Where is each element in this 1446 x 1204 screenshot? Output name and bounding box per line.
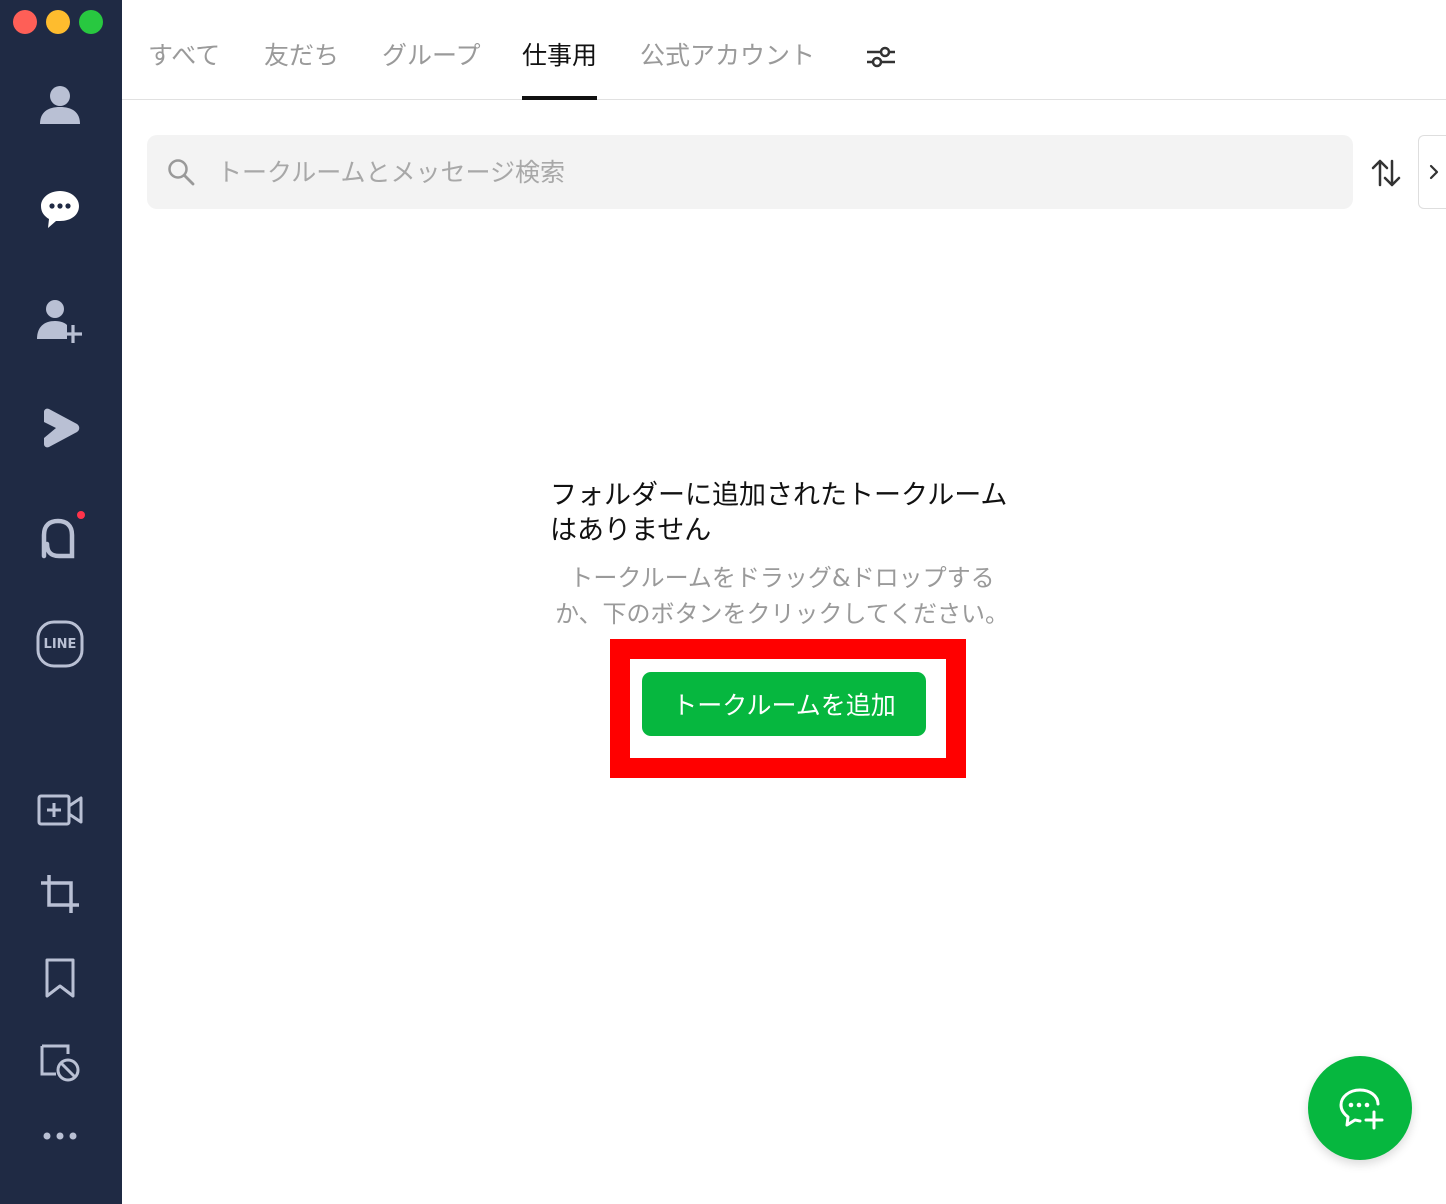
sidebar-item-video-call[interactable] [30, 780, 90, 840]
tab-groups[interactable]: グループ [382, 36, 481, 100]
tab-friends[interactable]: 友だち [264, 36, 339, 100]
sidebar-item-screenshot[interactable] [30, 864, 90, 924]
sidebar-item-line-services[interactable]: LINE [30, 614, 90, 674]
sidebar-item-blocked[interactable] [30, 1032, 90, 1092]
sidebar-item-add-friend[interactable] [30, 290, 90, 350]
crop-icon [41, 875, 79, 913]
search-icon [168, 159, 195, 186]
tab-official-accounts[interactable]: 公式アカウント [640, 36, 815, 100]
tab-all[interactable]: すべて [148, 36, 220, 100]
main-panel: すべて 友だち グループ 仕事用 公式アカウント フォルダーに [122, 0, 1446, 1200]
empty-state-title-line1: フォルダーに追加されたトークルーム [550, 480, 1008, 511]
block-chat-icon [40, 1044, 80, 1082]
empty-state-title-line2: はありません [550, 515, 712, 546]
empty-state-desc-line2: か、下のボタンをクリックしてください。 [554, 600, 1010, 628]
search-bar[interactable] [147, 135, 1353, 209]
sidebar: LINE [0, 0, 122, 1204]
person-icon [40, 86, 80, 124]
tab-work[interactable]: 仕事用 [522, 36, 598, 100]
chat-bubble-icon [41, 191, 79, 228]
sidebar-item-voom[interactable] [30, 398, 90, 458]
sidebar-item-more[interactable] [30, 1106, 90, 1166]
openchat-icon [41, 511, 85, 559]
more-dots-icon [43, 1132, 77, 1140]
video-call-icon [37, 794, 83, 826]
sidebar-item-keep[interactable] [30, 948, 90, 1008]
sidebar-item-chats[interactable] [30, 180, 90, 240]
chevron-right-icon [1429, 164, 1438, 180]
empty-state-desc-line1: トークルームをドラッグ&ドロップする [569, 564, 995, 592]
sidebar-item-openchat[interactable] [30, 506, 90, 566]
bookmark-icon [45, 958, 75, 998]
sort-button[interactable] [1370, 157, 1402, 189]
line-logo-text: LINE [43, 636, 77, 652]
add-chat-room-button[interactable]: トークルームを追加 [642, 672, 926, 736]
search-input[interactable] [217, 135, 1317, 209]
new-chat-fab[interactable] [1308, 1056, 1412, 1160]
window-close-button[interactable] [13, 10, 37, 34]
folder-tabs: すべて 友だち グループ 仕事用 公式アカウント [122, 0, 1446, 100]
new-chat-icon [1339, 1088, 1384, 1130]
empty-state-title: フォルダーに追加されたトークルーム はありません [550, 478, 1030, 548]
voom-icon [44, 408, 80, 448]
sliders-icon [867, 46, 895, 68]
empty-state-description: トークルームをドラッグ&ドロップする か、下のボタンをクリックしてください。 [522, 560, 1042, 632]
notification-badge [77, 511, 85, 519]
window-minimize-button[interactable] [46, 10, 70, 34]
window-zoom-button[interactable] [79, 10, 103, 34]
add-friend-icon [37, 300, 82, 343]
sidebar-item-friends[interactable] [30, 74, 90, 134]
expand-panel-button[interactable] [1418, 135, 1446, 209]
folder-settings-button[interactable] [864, 40, 898, 74]
sort-arrows-icon [1371, 159, 1401, 187]
